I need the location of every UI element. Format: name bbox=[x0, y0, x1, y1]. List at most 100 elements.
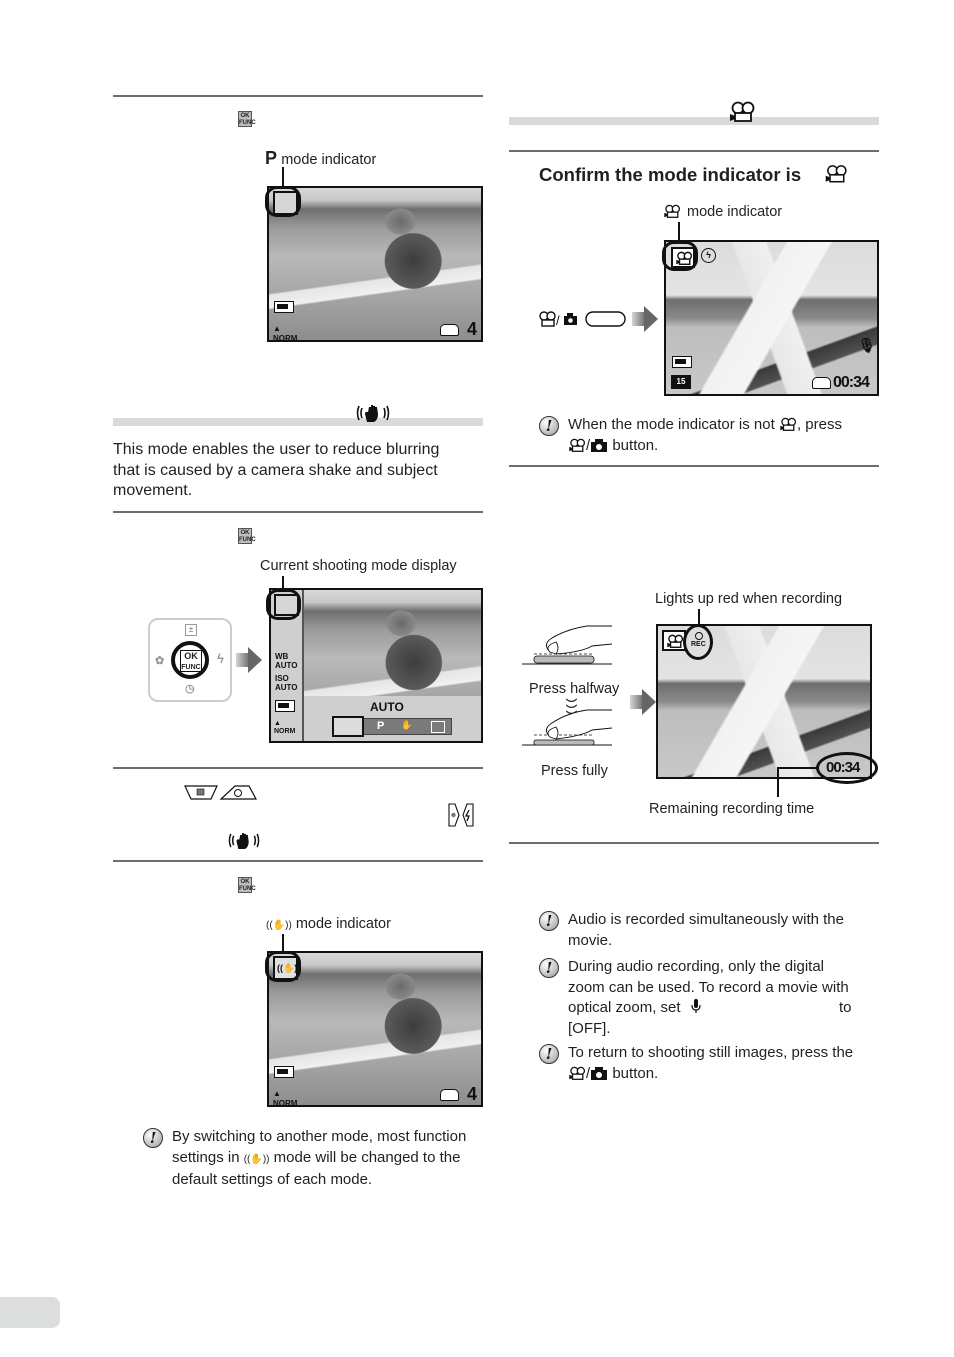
description-line: movement. bbox=[113, 482, 193, 499]
ok-func-label: OK FUNC bbox=[180, 650, 202, 672]
movie-mode-icon bbox=[663, 204, 681, 219]
movie-mode-icon bbox=[728, 101, 756, 123]
remaining-time-callout: Remaining recording time bbox=[649, 801, 815, 817]
arrow-right-head bbox=[642, 689, 656, 715]
arrow-right-icon bbox=[632, 312, 644, 326]
callout-leader-line bbox=[778, 767, 818, 769]
caution-icon: ! bbox=[539, 958, 559, 978]
note-text: By switching to another mode, most funct… bbox=[172, 1127, 466, 1191]
mode-indicator-highlight bbox=[265, 186, 301, 217]
mode-option-scene-icon[interactable] bbox=[431, 721, 445, 733]
memory-icon bbox=[812, 377, 831, 389]
lights-up-red-callout: Lights up red when recording bbox=[655, 591, 843, 607]
shots-remaining: 4 bbox=[467, 319, 478, 339]
arrow-right-icon bbox=[236, 653, 248, 667]
callout-label: mode indicator bbox=[295, 916, 391, 932]
movie-mode-icon bbox=[568, 1066, 586, 1081]
note-text: Audio is recorded simultaneously with th… bbox=[568, 910, 844, 951]
camera-lcd-func-menu: WB AUTO ISO AUTO ▲ NORM AUTO P ✋ bbox=[269, 588, 483, 743]
current-shooting-mode-callout: Current shooting mode display bbox=[260, 558, 457, 574]
memory-icon bbox=[440, 324, 459, 336]
ok-func-button-icon: OK FUNC bbox=[238, 528, 256, 544]
self-timer-icon: ◷ bbox=[185, 683, 195, 695]
frame-rate-icon: 15 bbox=[671, 375, 691, 389]
movie-mode-callout: mode indicator bbox=[663, 202, 782, 223]
arrow-right-icon bbox=[630, 695, 642, 709]
rec-indicator-highlight bbox=[683, 624, 713, 660]
movie-mode-icon bbox=[666, 634, 684, 649]
section-divider bbox=[113, 860, 483, 862]
section-divider bbox=[509, 842, 879, 844]
battery-icon bbox=[672, 356, 692, 368]
step-heading: Confirm the mode indicator is bbox=[539, 164, 847, 186]
iso-auto-icon: ISO AUTO bbox=[275, 674, 298, 692]
arrow-pad[interactable]: ± ◷ ✿ ϟ OK FUNC bbox=[148, 618, 232, 702]
note-line: / button. bbox=[568, 1064, 853, 1085]
callout-label: mode indicator bbox=[281, 152, 377, 168]
description-line: This mode enables the user to reduce blu… bbox=[113, 441, 440, 458]
lcd-mode-menu: AUTO P ✋ bbox=[304, 696, 481, 741]
section-divider bbox=[113, 767, 483, 769]
p-mode-letter: P bbox=[265, 148, 278, 168]
microphone-icon bbox=[691, 999, 701, 1014]
remaining-time: 00:34 bbox=[833, 374, 870, 391]
up-down-buttons-icon bbox=[183, 784, 257, 802]
section-divider bbox=[509, 465, 879, 467]
note-text: During audio recording, only the digital… bbox=[568, 957, 858, 1039]
movie-mode-icon bbox=[779, 417, 797, 432]
memory-icon bbox=[440, 1089, 459, 1101]
battery-icon bbox=[275, 700, 295, 712]
note-line: By switching to another mode, most funct… bbox=[172, 1128, 467, 1145]
selected-mode-label: AUTO bbox=[370, 700, 404, 714]
dis-description: This mode enables the user to reduce blu… bbox=[113, 440, 439, 502]
remaining-time-highlight bbox=[816, 752, 878, 784]
mode-indicator-highlight bbox=[662, 241, 698, 271]
note-line: default settings of each mode. bbox=[172, 1171, 373, 1188]
dis-mode-icon: ((✋)) bbox=[266, 920, 292, 931]
ok-func-button-icon: OK FUNC bbox=[238, 877, 256, 893]
svg-text:/: / bbox=[556, 313, 560, 328]
ok-func-button[interactable]: OK FUNC bbox=[171, 641, 209, 679]
exposure-compensation-icon: ± bbox=[185, 624, 197, 636]
note-line: movie. bbox=[568, 931, 613, 949]
mode-option-p[interactable]: P bbox=[377, 720, 384, 732]
caution-icon: ! bbox=[539, 911, 559, 931]
shots-remaining: 4 bbox=[467, 1084, 478, 1104]
note-text: When the mode indicator is not , press /… bbox=[568, 415, 842, 456]
section-divider bbox=[113, 511, 483, 513]
dis-mode-icon bbox=[228, 830, 260, 851]
caution-icon: ! bbox=[143, 1128, 163, 1148]
movie-camera-button-diagram: / bbox=[538, 310, 628, 328]
mode-option-auto-selected[interactable] bbox=[332, 716, 364, 737]
note-line: / button. bbox=[568, 436, 842, 457]
mode-option-dis-icon[interactable]: ✋ bbox=[401, 720, 412, 731]
shutter-full-press-diagram bbox=[522, 705, 617, 750]
left-right-buttons-icon bbox=[447, 803, 475, 827]
page-number-tab bbox=[0, 1297, 60, 1328]
mode-display-highlight bbox=[266, 589, 301, 620]
dis-mode-callout: ((✋)) mode indicator bbox=[266, 914, 391, 937]
caution-icon: ! bbox=[539, 416, 559, 436]
image-quality-norm-icon: ▲ NORM bbox=[273, 324, 298, 342]
battery-icon bbox=[274, 301, 294, 313]
note-line: During audio recording, only the digital bbox=[568, 958, 824, 975]
section-divider bbox=[509, 150, 879, 152]
note-line: When the mode indicator is not , press bbox=[568, 416, 842, 433]
section-header-band bbox=[113, 418, 483, 426]
dis-mode-icon bbox=[356, 402, 390, 424]
note-line: zoom can be used. To record a movie with bbox=[568, 978, 849, 996]
arrow-right-head bbox=[644, 306, 658, 332]
section-divider bbox=[113, 95, 483, 97]
arrow-right-head bbox=[248, 647, 262, 673]
section-header-band bbox=[509, 117, 879, 125]
dis-mode-icon: ((✋)) bbox=[243, 1153, 270, 1165]
flash-icon: ϟ bbox=[217, 651, 224, 666]
note-text: To return to shooting still images, pres… bbox=[568, 1043, 853, 1084]
caution-icon: ! bbox=[539, 1044, 559, 1064]
battery-icon bbox=[274, 1066, 294, 1078]
camera-icon bbox=[590, 438, 608, 452]
image-quality-norm-icon: ▲ NORM bbox=[274, 720, 296, 735]
movie-mode-icon bbox=[568, 438, 586, 453]
microphone-icon: 🎙 bbox=[858, 337, 876, 353]
note-line: Audio is recorded simultaneously with th… bbox=[568, 911, 844, 928]
